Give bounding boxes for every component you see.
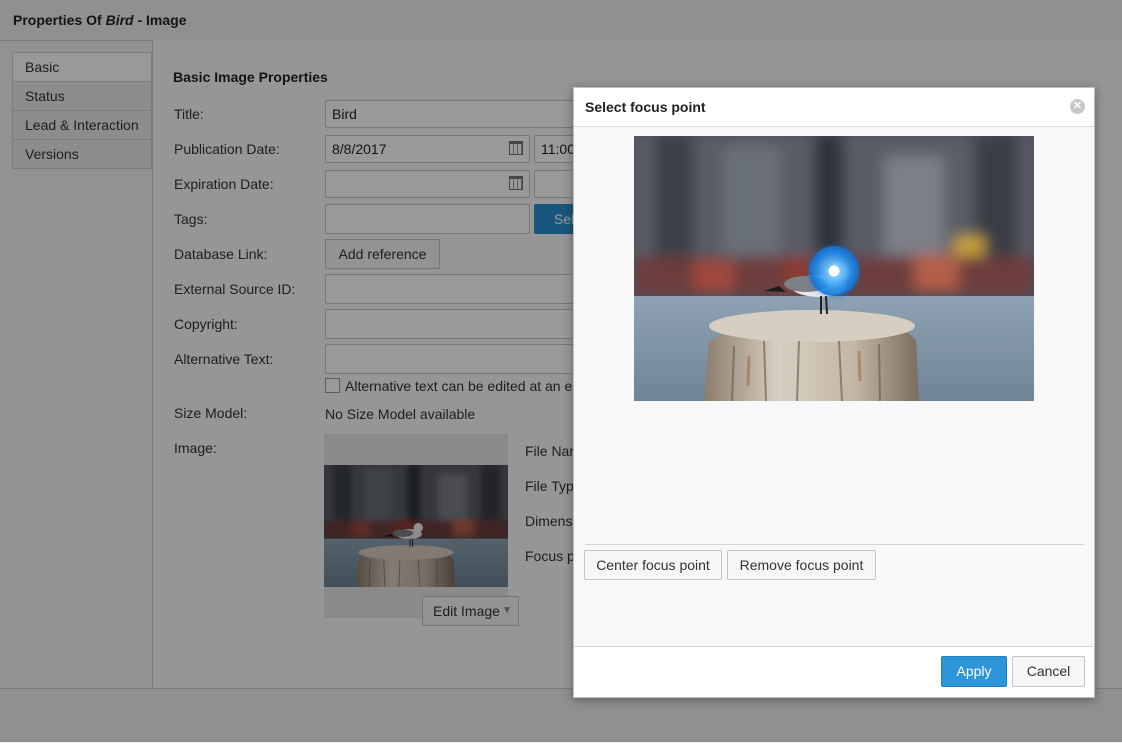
dialog-header: Select focus point ✕ xyxy=(574,88,1094,127)
focus-point-marker[interactable] xyxy=(809,246,859,296)
cancel-button[interactable]: Cancel xyxy=(1012,656,1085,687)
dialog-title: Select focus point xyxy=(585,99,706,115)
focus-image[interactable] xyxy=(634,136,1034,401)
remove-focus-point-button[interactable]: Remove focus point xyxy=(727,550,876,580)
apply-button[interactable]: Apply xyxy=(941,656,1007,687)
select-focus-point-dialog: Select focus point ✕ xyxy=(573,87,1095,698)
close-icon[interactable]: ✕ xyxy=(1070,99,1085,114)
center-focus-point-button[interactable]: Center focus point xyxy=(584,550,722,580)
dialog-divider xyxy=(585,544,1084,545)
